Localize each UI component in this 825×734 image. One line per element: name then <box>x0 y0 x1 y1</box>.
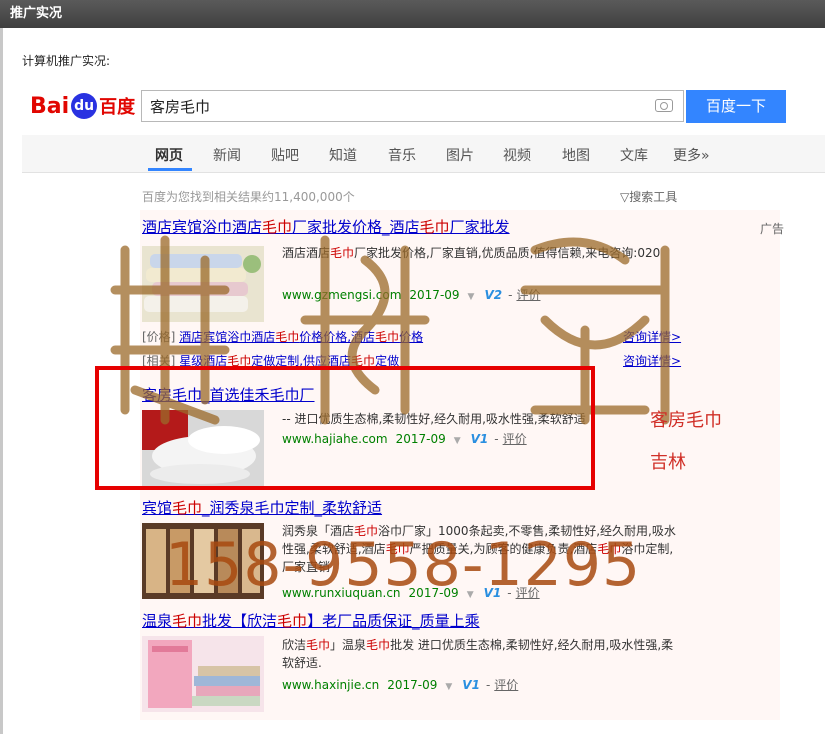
text-segment: 温泉 <box>142 612 173 630</box>
logo-text-cn: 百度 <box>99 97 136 118</box>
text-segment: 酒店宾馆浴巾酒店 <box>142 218 263 236</box>
nav-tab-1[interactable]: 新闻 <box>213 145 241 165</box>
sublink-text[interactable]: 酒店宾馆浴巾酒店毛巾价格价格,酒店毛巾价格 <box>179 330 423 344</box>
towel-thumbnail-1[interactable] <box>142 246 264 322</box>
baidu-logo[interactable]: Bai du 百度 <box>30 88 135 124</box>
nav-tab-7[interactable]: 地图 <box>562 145 590 165</box>
keyword-highlight: 毛巾 <box>262 218 293 236</box>
keyword-highlight: 毛巾 <box>366 638 391 652</box>
result-desc-1: 酒店酒店毛巾厂家批发价格,厂家直销,优质品质,值得信赖,来电咨询:020 <box>282 244 682 262</box>
keyword-highlight: 毛巾 <box>172 612 203 630</box>
review-link[interactable]: 评价 <box>494 678 518 692</box>
result-desc-4: 欣洁毛巾」温泉毛巾批发 进口优质生态棉,柔韧性好,经久耐用,吸水性强,柔软舒适. <box>282 636 682 672</box>
result-title-3[interactable]: 宾馆毛巾_润秀泉毛巾定制_柔软舒适 <box>142 497 382 518</box>
text-segment: 厂家批发价格,厂家直销,优质品质,值得信赖,来电咨询:020 <box>354 246 661 260</box>
separator: - <box>485 678 491 692</box>
search-input[interactable] <box>142 91 638 121</box>
verified-v1-icon[interactable]: V1 <box>462 678 480 692</box>
result-date: 2017-09 <box>409 288 460 302</box>
logo-text-bai: Bai <box>30 93 70 119</box>
search-button[interactable]: 百度一下 <box>686 90 786 123</box>
paw-icon: du <box>71 93 98 119</box>
keyword-highlight: 毛巾 <box>172 499 203 517</box>
text-segment: 酒店宾馆浴巾酒店 <box>179 330 276 344</box>
dropdown-arrow-icon[interactable]: ▼ <box>445 682 452 692</box>
text-segment: 欣洁 <box>282 638 307 652</box>
ad-label: 广告 <box>760 222 785 236</box>
result-url[interactable]: www.haxinjie.cn <box>282 678 379 692</box>
nav-tab-9[interactable]: 更多» <box>673 145 710 165</box>
sublink-detail-1[interactable]: 咨询详情> <box>623 328 681 345</box>
text-segment: _润秀泉毛巾定制_柔软舒适 <box>202 499 383 517</box>
annotation-keyword: 客房毛巾 <box>650 410 722 431</box>
result-url-line-4: www.haxinjie.cn 2017-09 ▼ V1- 评价 <box>282 676 518 693</box>
separator: - <box>508 288 513 302</box>
nav-tab-3[interactable]: 知道 <box>329 145 357 165</box>
section-label: 计算机推广实况: <box>22 54 111 68</box>
nav-tab-8[interactable]: 文库 <box>620 145 648 165</box>
text-segment: 厂家批发 <box>449 218 510 236</box>
search-tools[interactable]: ▽搜索工具 <box>620 188 677 205</box>
sublink-prefix: [价格] <box>142 330 180 344</box>
review-link[interactable]: 评价 <box>516 288 540 302</box>
sublink-price[interactable]: [价格] 酒店宾馆浴巾酒店毛巾价格价格,酒店毛巾价格 <box>142 328 423 345</box>
result-url-line-1: www.gzmengsi.com 2017-09 ▼ V2- 评价 <box>282 286 540 303</box>
text-segment: 价格价格,酒店 <box>299 330 376 344</box>
annotation-region: 吉林 <box>650 452 686 473</box>
keyword-highlight: 毛巾 <box>419 218 450 236</box>
text-segment: 厂家批发价格_酒店 <box>292 218 420 236</box>
left-border <box>0 28 3 734</box>
nav-tab-4[interactable]: 音乐 <box>388 145 416 165</box>
cropped-text-line <box>22 28 722 34</box>
result-date: 2017-09 <box>387 678 438 692</box>
highlight-box <box>95 366 595 490</box>
search-tools-label: 搜索工具 <box>629 190 678 204</box>
filter-icon: ▽ <box>620 190 630 204</box>
result-title-4[interactable]: 温泉毛巾批发【欣洁毛巾】老厂品质保证_质量上乘 <box>142 610 480 631</box>
text-segment: 宾馆 <box>142 499 173 517</box>
result-url[interactable]: www.gzmengsi.com <box>282 288 401 302</box>
phone-watermark: 158-9558-1295 <box>165 530 642 600</box>
text-segment: 价格 <box>399 330 424 344</box>
result-title-1[interactable]: 酒店宾馆浴巾酒店毛巾厂家批发价格_酒店毛巾厂家批发 <box>142 216 510 237</box>
window-title: 推广实况 <box>10 6 63 21</box>
keyword-highlight: 毛巾 <box>275 330 300 344</box>
nav-tab-2[interactable]: 贴吧 <box>271 145 299 165</box>
result-stats: 百度为您找到相关结果约11,400,000个 <box>142 190 355 204</box>
verified-v2-icon[interactable]: V2 <box>484 288 502 302</box>
camera-icon[interactable] <box>655 99 673 112</box>
text-segment: 】老厂品质保证_质量上乘 <box>307 612 480 630</box>
keyword-highlight: 毛巾 <box>375 330 400 344</box>
active-tab-indicator <box>148 168 192 171</box>
window-title-bar: 推广实况 <box>0 0 825 28</box>
towel-thumbnail-4[interactable] <box>142 636 264 712</box>
nav-tab-0[interactable]: 网页 <box>155 145 183 165</box>
keyword-highlight: 毛巾 <box>306 638 331 652</box>
keyword-highlight: 毛巾 <box>277 612 308 630</box>
nav-tab-5[interactable]: 图片 <box>446 145 474 165</box>
nav-tab-6[interactable]: 视频 <box>503 145 531 165</box>
search-box <box>141 90 684 122</box>
keyword-highlight: 毛巾 <box>330 246 355 260</box>
text-segment: 酒店酒店 <box>282 246 331 260</box>
text-segment: 」温泉 <box>330 638 367 652</box>
dropdown-arrow-icon[interactable]: ▼ <box>468 292 475 302</box>
sublink-detail-2[interactable]: 咨询详情> <box>623 352 681 369</box>
text-segment: 批发【欣洁 <box>202 612 278 630</box>
